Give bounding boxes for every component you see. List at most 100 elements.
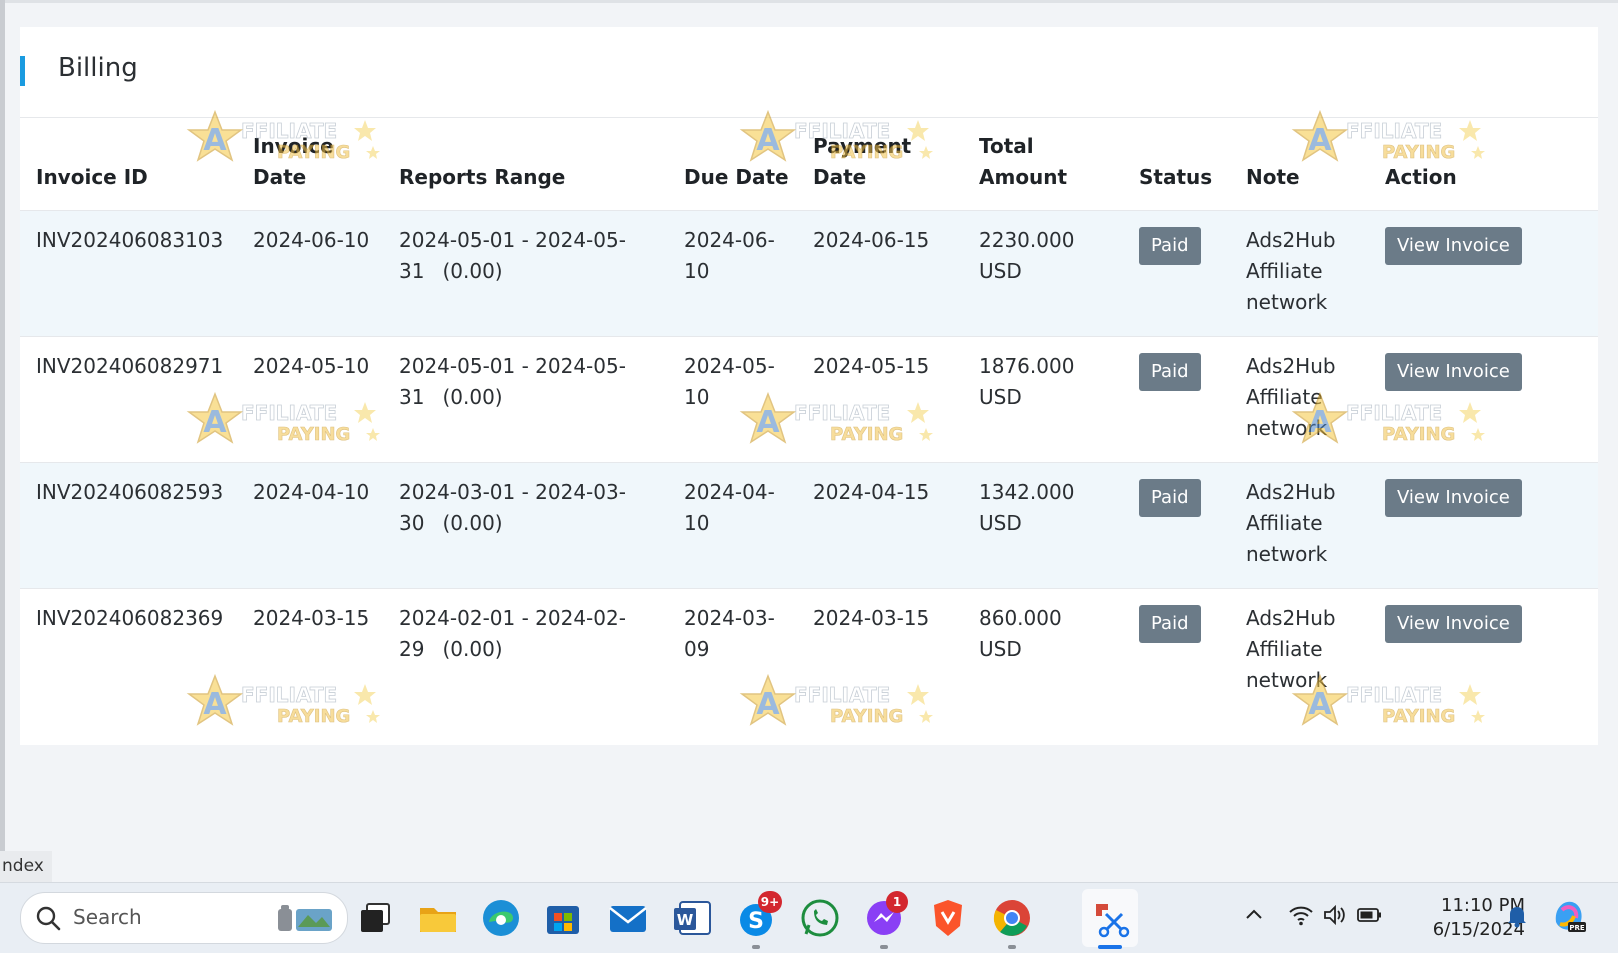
range-dates: 2024-05-01 - 2024-05-31: [399, 354, 626, 409]
view-invoice-button[interactable]: View Invoice: [1385, 605, 1522, 643]
search-placeholder: Search: [73, 905, 142, 929]
messenger-notification-badge: 1: [886, 891, 908, 913]
cell-invoice-id: INV202406082971: [20, 336, 237, 463]
table-row: INV202406082593 2024-04-10 2024-03-01 - …: [20, 462, 1598, 589]
volume-icon[interactable]: [1322, 903, 1348, 927]
taskbar: Search W S 9+ 1 11:10 PM 6/15/2024 PRE: [0, 882, 1618, 953]
card-header: Billing: [20, 27, 1598, 118]
cell-action: View Invoice: [1369, 336, 1598, 463]
cell-status: Paid: [1123, 462, 1230, 589]
file-explorer-icon[interactable]: [416, 896, 460, 940]
cell-status: Paid: [1123, 589, 1230, 715]
header-due-date[interactable]: Due Date: [668, 118, 797, 211]
cell-action: View Invoice: [1369, 462, 1598, 589]
mail-icon[interactable]: [606, 896, 650, 940]
cell-reports-range: 2024-05-01 - 2024-05-31 (0.00): [383, 210, 668, 337]
cell-total-amount: 1876.000 USD: [963, 336, 1123, 463]
range-note: (0.00): [442, 259, 503, 283]
header-status[interactable]: Status: [1123, 118, 1230, 211]
cell-note: Ads2Hub Affiliate network: [1246, 606, 1336, 692]
header-action: Action: [1369, 118, 1598, 211]
cell-total-amount: 1342.000 USD: [963, 462, 1123, 589]
snipping-tool-active-indicator: [1098, 945, 1122, 949]
table-row: INV202406082369 2024-03-15 2024-02-01 - …: [20, 589, 1598, 715]
cell-payment-date: 2024-06-15: [797, 210, 963, 337]
edge-browser-icon[interactable]: [479, 896, 523, 940]
range-dates: 2024-05-01 - 2024-05-31: [399, 228, 626, 283]
cell-action: View Invoice: [1369, 210, 1598, 337]
cell-due-date: 2024-03-09: [684, 606, 775, 661]
task-view-icon[interactable]: [355, 896, 399, 940]
title-accent-bar: [20, 56, 25, 86]
table-row: INV202406082971 2024-05-10 2024-05-01 - …: [20, 336, 1598, 463]
range-note: (0.00): [442, 637, 503, 661]
header-total-amount[interactable]: Total Amount: [963, 118, 1123, 211]
index-tab[interactable]: ndex: [0, 851, 52, 882]
cell-due-date: 2024-04-10: [668, 462, 797, 589]
microsoft-store-icon[interactable]: [541, 896, 585, 940]
header-invoice-date[interactable]: Invoice Date: [237, 118, 383, 211]
chrome-browser-icon[interactable]: [990, 896, 1034, 940]
page-title: Billing: [58, 53, 138, 83]
billing-table: Invoice ID Invoice Date Reports Range Du…: [20, 118, 1598, 714]
cell-total-amount: 2230.000 USD: [963, 210, 1123, 337]
cell-due-date: 2024-05-10: [668, 336, 797, 463]
range-note: (0.00): [442, 385, 503, 409]
header-reports-range[interactable]: Reports Range: [383, 118, 668, 211]
status-badge: Paid: [1139, 479, 1201, 517]
cell-invoice-id: INV202406082369: [36, 606, 224, 630]
cell-reports-range: 2024-03-01 - 2024-03-30 (0.00): [383, 462, 668, 589]
table-row: INV202406083103 2024-06-10 2024-05-01 - …: [20, 210, 1598, 337]
cell-invoice-date: 2024-04-10: [237, 462, 383, 589]
search-highlight-icon: [278, 905, 332, 931]
chrome-running-indicator: [1008, 945, 1016, 949]
battery-icon[interactable]: [1356, 903, 1384, 927]
cell-payment-date: 2024-03-15: [813, 606, 930, 630]
skype-running-indicator: [752, 945, 760, 949]
billing-card: Billing Invoice ID Invoice Date Reports …: [20, 27, 1598, 745]
cell-status: Paid: [1123, 336, 1230, 463]
view-invoice-button[interactable]: View Invoice: [1385, 227, 1522, 265]
range-dates: 2024-03-01 - 2024-03-30: [399, 480, 626, 535]
svg-text:W: W: [677, 911, 694, 929]
svg-text:S: S: [748, 909, 764, 934]
cell-note: Ads2Hub Affiliate network: [1230, 210, 1369, 337]
cell-reports-range: 2024-05-01 - 2024-05-31 (0.00): [383, 336, 668, 463]
messenger-running-indicator: [880, 945, 888, 949]
table-header-row: Invoice ID Invoice Date Reports Range Du…: [20, 118, 1598, 211]
whatsapp-icon[interactable]: [798, 896, 842, 940]
range-note: (0.00): [442, 511, 503, 535]
cell-note: Ads2Hub Affiliate network: [1230, 336, 1369, 463]
status-badge: Paid: [1139, 227, 1201, 265]
status-badge: Paid: [1139, 605, 1201, 643]
cell-status: Paid: [1123, 210, 1230, 337]
wifi-icon[interactable]: [1288, 903, 1314, 927]
cell-invoice-id: INV202406082593: [20, 462, 237, 589]
chevron-up-icon[interactable]: [1242, 903, 1266, 927]
copilot-icon[interactable]: PRE: [1550, 896, 1586, 936]
header-invoice-date-label: Invoice Date: [253, 134, 334, 189]
view-invoice-button[interactable]: View Invoice: [1385, 479, 1522, 517]
notification-bell-icon[interactable]: [1505, 903, 1529, 929]
skype-notification-badge: 9+: [758, 891, 782, 913]
search-icon: [36, 906, 61, 931]
snipping-tool-icon[interactable]: [1088, 896, 1132, 940]
header-payment-date[interactable]: Payment Date: [797, 118, 963, 211]
view-invoice-button[interactable]: View Invoice: [1385, 353, 1522, 391]
status-badge: Paid: [1139, 353, 1201, 391]
range-dates: 2024-02-01 - 2024-02-29: [399, 606, 626, 661]
window-top-border: [0, 0, 1618, 3]
cell-invoice-date: 2024-03-15: [253, 606, 370, 630]
cell-reports-range: 2024-02-01 - 2024-02-29 (0.00): [383, 589, 668, 715]
taskbar-search-box[interactable]: Search: [20, 892, 348, 944]
brave-browser-icon[interactable]: [926, 896, 970, 940]
word-icon[interactable]: W: [670, 896, 714, 940]
cell-invoice-id: INV202406083103: [20, 210, 237, 337]
cell-action: View Invoice: [1369, 589, 1598, 715]
cell-note: Ads2Hub Affiliate network: [1230, 462, 1369, 589]
cell-due-date: 2024-06-10: [668, 210, 797, 337]
header-note[interactable]: Note: [1230, 118, 1369, 211]
cell-invoice-date: 2024-05-10: [237, 336, 383, 463]
header-invoice-id[interactable]: Invoice ID: [20, 118, 237, 211]
cell-invoice-date: 2024-06-10: [237, 210, 383, 337]
